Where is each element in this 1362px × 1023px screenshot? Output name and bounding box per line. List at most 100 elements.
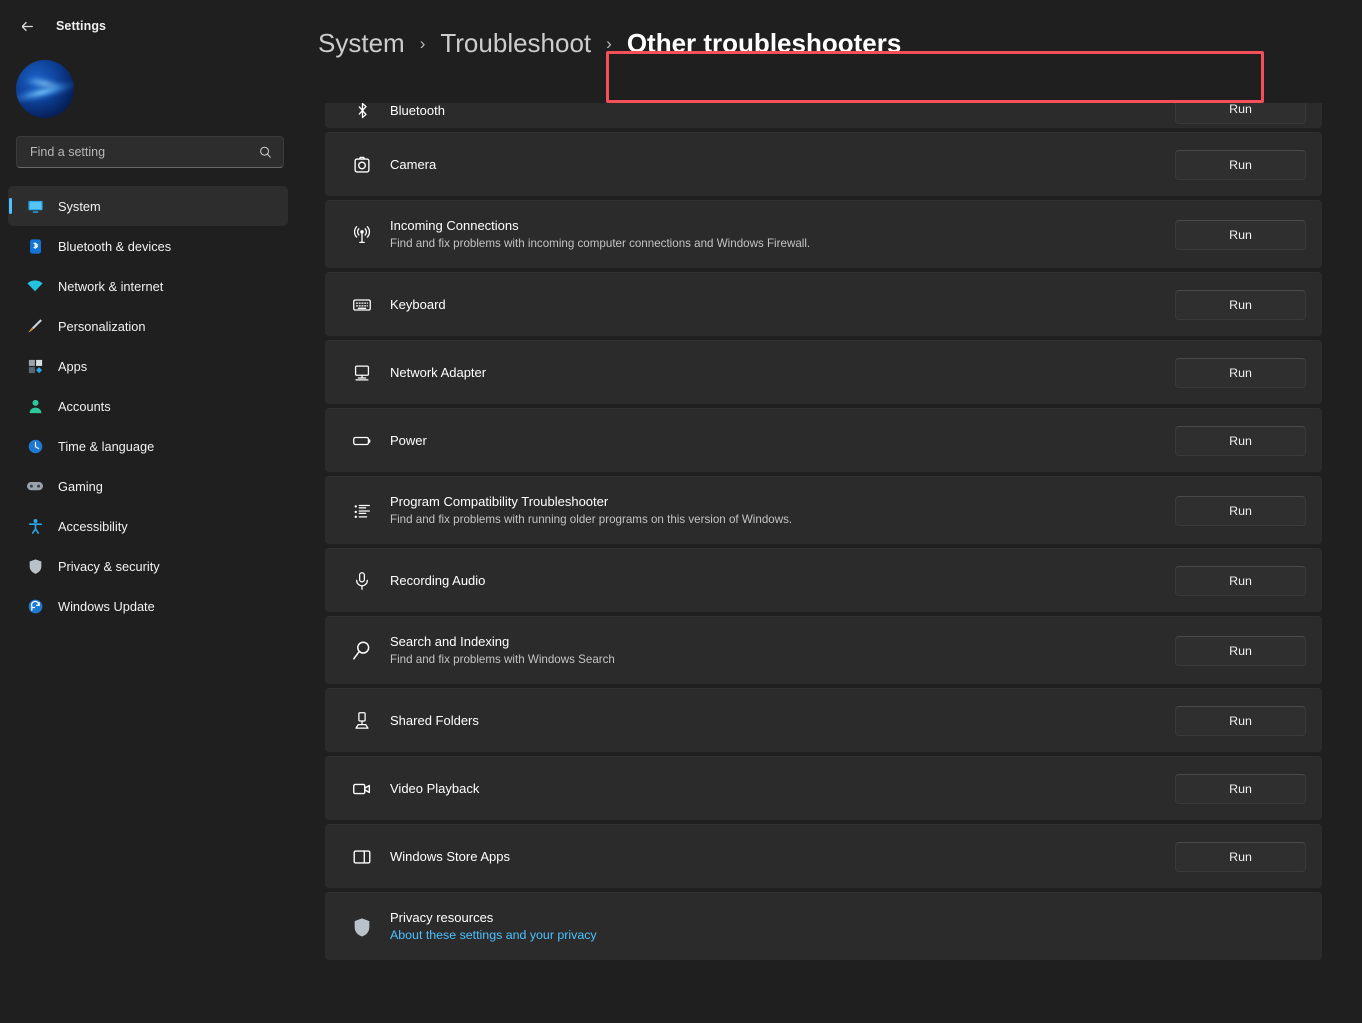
troubleshooter-title: Recording Audio [390, 572, 486, 588]
main-content: System › Troubleshoot › Other troublesho… [300, 0, 1362, 1023]
bluetooth-icon [26, 237, 44, 255]
run-button[interactable]: Run [1175, 149, 1306, 180]
troubleshooter-row-recording-audio[interactable]: Recording Audio Run [325, 548, 1322, 612]
troubleshooter-description: Find and fix problems with Windows Searc… [390, 652, 615, 666]
battery-icon [349, 428, 375, 454]
sidebar-item-label: Time & language [58, 438, 155, 454]
privacy-resources-row: Privacy resources About these settings a… [325, 892, 1322, 960]
sidebar-item-label: Bluetooth & devices [58, 238, 172, 254]
keyboard-icon [349, 292, 375, 318]
run-button[interactable]: Run [1175, 425, 1306, 456]
troubleshooter-row-network-adapter[interactable]: Network Adapter Run [325, 340, 1322, 404]
sidebar-item-time-language[interactable]: Time & language [8, 426, 288, 466]
bluetooth-icon [349, 103, 375, 124]
troubleshooter-row-program-compatibility[interactable]: Program Compatibility Troubleshooter Fin… [325, 476, 1322, 544]
run-button[interactable]: Run [1175, 357, 1306, 388]
sidebar-item-label: Privacy & security [58, 558, 160, 574]
chevron-right-icon: › [606, 33, 612, 53]
troubleshooter-row-search-indexing[interactable]: Search and Indexing Find and fix problem… [325, 616, 1322, 684]
troubleshooter-title: Power [390, 432, 427, 448]
breadcrumb-system[interactable]: System [318, 28, 405, 59]
sidebar-item-gaming[interactable]: Gaming [8, 466, 288, 506]
run-button[interactable]: Run [1175, 635, 1306, 666]
network-adapter-icon [349, 360, 375, 386]
search-icon [258, 145, 273, 160]
troubleshooter-row-video-playback[interactable]: Video Playback Run [325, 756, 1322, 820]
sidebar-item-label: Network & internet [58, 278, 164, 294]
run-button[interactable]: Run [1175, 565, 1306, 596]
troubleshooter-title: Windows Store Apps [390, 848, 510, 864]
gamepad-icon [26, 477, 44, 495]
broadcast-signal-icon [349, 222, 375, 248]
search-box[interactable] [16, 136, 284, 168]
breadcrumb-troubleshoot[interactable]: Troubleshoot [440, 28, 591, 59]
run-button[interactable]: Run [1175, 103, 1306, 124]
run-button[interactable]: Run [1175, 289, 1306, 320]
privacy-settings-link[interactable]: About these settings and your privacy [390, 928, 1306, 943]
display-monitor-icon [26, 197, 44, 215]
sidebar-item-accounts[interactable]: Accounts [8, 386, 288, 426]
troubleshooter-title: Camera [390, 156, 437, 172]
sidebar-item-label: Accounts [58, 398, 111, 414]
list-checklist-icon [349, 498, 375, 524]
wifi-icon [26, 277, 44, 295]
sidebar-item-apps[interactable]: Apps [8, 346, 288, 386]
sidebar-item-label: Windows Update [58, 598, 155, 614]
troubleshooter-title: Shared Folders [390, 712, 479, 728]
sidebar-item-privacy-security[interactable]: Privacy & security [8, 546, 288, 586]
run-button[interactable]: Run [1175, 705, 1306, 736]
sidebar-item-label: System [58, 198, 101, 214]
troubleshooter-row-incoming-connections[interactable]: Incoming Connections Find and fix proble… [325, 200, 1322, 268]
sidebar-item-bluetooth-devices[interactable]: Bluetooth & devices [8, 226, 288, 266]
accessibility-icon [26, 517, 44, 535]
troubleshooter-row-windows-store-apps[interactable]: Windows Store Apps Run [325, 824, 1322, 888]
sidebar: Settings System [0, 0, 300, 1023]
sidebar-item-accessibility[interactable]: Accessibility [8, 506, 288, 546]
sidebar-item-label: Apps [58, 358, 88, 374]
sidebar-item-personalization[interactable]: Personalization [8, 306, 288, 346]
sidebar-item-label: Personalization [58, 318, 146, 334]
avatar[interactable] [16, 60, 74, 118]
troubleshooter-row-power[interactable]: Power Run [325, 408, 1322, 472]
troubleshooter-description: Find and fix problems with incoming comp… [390, 236, 811, 250]
update-refresh-icon [26, 597, 44, 615]
troubleshooter-row-shared-folders[interactable]: Shared Folders Run [325, 688, 1322, 752]
shield-icon [26, 557, 44, 575]
shield-icon [349, 914, 375, 940]
app-title: Settings [56, 19, 107, 33]
troubleshooter-title: Keyboard [390, 296, 446, 312]
troubleshooter-title: Program Compatibility Troubleshooter [390, 494, 609, 510]
search-section [0, 118, 300, 168]
troubleshooter-row-bluetooth[interactable]: Bluetooth Run [325, 103, 1322, 128]
run-button[interactable]: Run [1175, 495, 1306, 526]
apps-grid-icon [26, 357, 44, 375]
troubleshooters-list[interactable]: Bluetooth Run Camera Run Incoming Connec… [325, 103, 1362, 1023]
troubleshooter-title: Bluetooth [390, 103, 445, 118]
troubleshooter-row-keyboard[interactable]: Keyboard Run [325, 272, 1322, 336]
troubleshooter-title: Video Playback [390, 780, 480, 796]
microphone-icon [349, 568, 375, 594]
run-button[interactable]: Run [1175, 219, 1306, 250]
run-button[interactable]: Run [1175, 773, 1306, 804]
camera-icon [349, 152, 375, 178]
breadcrumb-other-troubleshooters: Other troubleshooters [626, 28, 902, 58]
sidebar-item-network-internet[interactable]: Network & internet [8, 266, 288, 306]
troubleshooter-row-camera[interactable]: Camera Run [325, 132, 1322, 196]
title-bar: Settings [0, 0, 300, 52]
video-camera-icon [349, 776, 375, 802]
clock-icon [26, 437, 44, 455]
run-button[interactable]: Run [1175, 841, 1306, 872]
sidebar-item-system[interactable]: System [8, 186, 288, 226]
sidebar-nav: System Bluetooth & devices Network & int… [0, 186, 300, 626]
store-window-icon [349, 844, 375, 870]
troubleshooter-title: Network Adapter [390, 364, 487, 380]
paintbrush-icon [26, 317, 44, 335]
person-icon [26, 397, 44, 415]
search-input[interactable] [30, 145, 250, 159]
back-arrow-icon[interactable] [14, 13, 40, 39]
sidebar-item-windows-update[interactable]: Windows Update [8, 586, 288, 626]
privacy-resources-title: Privacy resources [390, 909, 494, 925]
chevron-right-icon: › [419, 33, 426, 53]
magnifier-icon [349, 638, 375, 664]
troubleshooter-description: Find and fix problems with running older… [390, 512, 793, 526]
